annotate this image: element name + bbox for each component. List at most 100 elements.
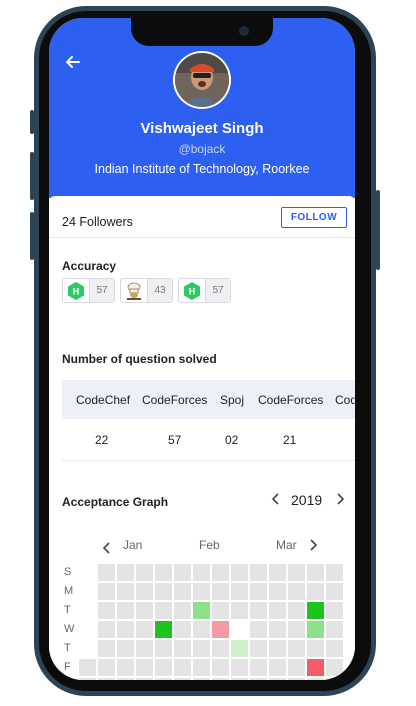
accuracy-value: 43 bbox=[147, 279, 172, 302]
heatmap-cell bbox=[307, 564, 324, 581]
heatmap-cell bbox=[250, 621, 267, 638]
heatmap-cell bbox=[307, 659, 324, 676]
day-label: T bbox=[64, 604, 71, 616]
codechef-icon bbox=[121, 279, 147, 302]
acceptance-graph-title: Acceptance Graph bbox=[62, 495, 169, 509]
heatmap-cell bbox=[174, 564, 191, 581]
divider bbox=[49, 237, 355, 238]
heatmap-cell bbox=[117, 564, 134, 581]
heatmap-cell bbox=[231, 659, 248, 676]
heatmap-cell bbox=[193, 564, 210, 581]
accuracy-badge[interactable]: H 57 bbox=[178, 278, 231, 303]
heatmap-cell bbox=[212, 678, 229, 680]
heatmap-cell bbox=[326, 640, 343, 657]
table-row: 22 57 02 21 bbox=[62, 419, 355, 461]
camera-icon bbox=[239, 26, 249, 36]
heatmap-cell bbox=[231, 640, 248, 657]
day-label: T bbox=[64, 642, 71, 654]
heatmap-cell bbox=[288, 659, 305, 676]
heatmap-cell bbox=[269, 659, 286, 676]
heatmap-cell bbox=[326, 659, 343, 676]
back-arrow-icon[interactable] bbox=[63, 52, 83, 72]
heatmap-cell bbox=[307, 583, 324, 600]
heatmap-cell bbox=[98, 583, 115, 600]
heatmap-cell bbox=[79, 678, 96, 680]
month-label: Jan bbox=[123, 538, 143, 552]
heatmap-cell bbox=[307, 640, 324, 657]
heatmap-cell bbox=[269, 583, 286, 600]
phone-screen: Vishwajeet Singh @bojack Indian Institut… bbox=[49, 18, 355, 680]
heatmap-cell bbox=[288, 602, 305, 619]
heatmap-cell bbox=[231, 678, 248, 680]
heatmap-cell bbox=[250, 659, 267, 676]
heatmap-cell bbox=[98, 678, 115, 680]
follow-button[interactable]: FOLLOW bbox=[281, 207, 347, 228]
months-next-icon[interactable] bbox=[308, 538, 318, 555]
heatmap-cell bbox=[136, 583, 153, 600]
questions-title: Number of question solved bbox=[62, 352, 217, 366]
heatmap-cell bbox=[326, 564, 343, 581]
heatmap-cell bbox=[231, 621, 248, 638]
year-label: 2019 bbox=[291, 492, 323, 508]
heatmap-cell bbox=[193, 640, 210, 657]
table-cell: 21 bbox=[283, 432, 297, 447]
profile-name: Vishwajeet Singh bbox=[140, 120, 264, 137]
heatmap-cell bbox=[288, 583, 305, 600]
heatmap-cell bbox=[174, 602, 191, 619]
profile-institute: Indian Institute of Technology, Roorkee bbox=[94, 162, 310, 176]
heatmap-cell bbox=[250, 583, 267, 600]
heatmap-cell bbox=[269, 602, 286, 619]
heatmap-cell bbox=[288, 564, 305, 581]
column-header: CodeForces bbox=[142, 392, 208, 407]
months-prev-icon[interactable] bbox=[102, 541, 112, 558]
hackerrank-icon: H bbox=[179, 279, 205, 302]
heatmap-cell bbox=[155, 602, 172, 619]
chevron-right-icon[interactable] bbox=[335, 492, 345, 509]
accuracy-badge[interactable]: H 57 bbox=[62, 278, 115, 303]
hackerrank-icon: H bbox=[63, 279, 89, 302]
heatmap-cell bbox=[155, 564, 172, 581]
column-header: Cod bbox=[335, 392, 355, 407]
heatmap-cell bbox=[136, 640, 153, 657]
day-label: F bbox=[64, 661, 71, 673]
heatmap-cell bbox=[98, 659, 115, 676]
day-label: S bbox=[64, 566, 72, 578]
chevron-left-icon[interactable] bbox=[271, 492, 281, 509]
heatmap-cell bbox=[174, 678, 191, 680]
heatmap-cell bbox=[212, 640, 229, 657]
month-label: Feb bbox=[199, 538, 220, 552]
heatmap-cell bbox=[250, 678, 267, 680]
heatmap-cell bbox=[269, 621, 286, 638]
accuracy-value: 57 bbox=[89, 279, 114, 302]
heatmap-cell bbox=[269, 678, 286, 680]
heatmap-cell bbox=[250, 640, 267, 657]
volume-down-button bbox=[30, 212, 34, 260]
heatmap-cell bbox=[212, 659, 229, 676]
heatmap-cell bbox=[212, 564, 229, 581]
heatmap-cell bbox=[326, 678, 343, 680]
heatmap-cell bbox=[117, 640, 134, 657]
heatmap-cell bbox=[269, 564, 286, 581]
accuracy-value: 57 bbox=[205, 279, 230, 302]
day-label: W bbox=[64, 623, 75, 635]
heatmap-cell bbox=[288, 678, 305, 680]
heatmap-cell bbox=[307, 621, 324, 638]
heatmap-cell bbox=[326, 621, 343, 638]
heatmap-cell bbox=[193, 583, 210, 600]
heatmap-cell bbox=[117, 621, 134, 638]
heatmap-cell bbox=[174, 621, 191, 638]
heatmap-cell bbox=[117, 659, 134, 676]
column-header: Spoj bbox=[220, 392, 245, 407]
heatmap-cell bbox=[307, 678, 324, 680]
accuracy-badge[interactable]: 43 bbox=[120, 278, 173, 303]
power-button bbox=[376, 190, 380, 270]
heatmap-cell bbox=[117, 602, 134, 619]
svg-text:H: H bbox=[189, 286, 196, 296]
heatmap-cell bbox=[117, 583, 134, 600]
heatmap-cell bbox=[98, 640, 115, 657]
heatmap-cell bbox=[212, 621, 229, 638]
table-cell: 57 bbox=[168, 432, 182, 447]
heatmap-cell bbox=[212, 602, 229, 619]
avatar bbox=[173, 51, 231, 109]
heatmap-cell bbox=[155, 659, 172, 676]
